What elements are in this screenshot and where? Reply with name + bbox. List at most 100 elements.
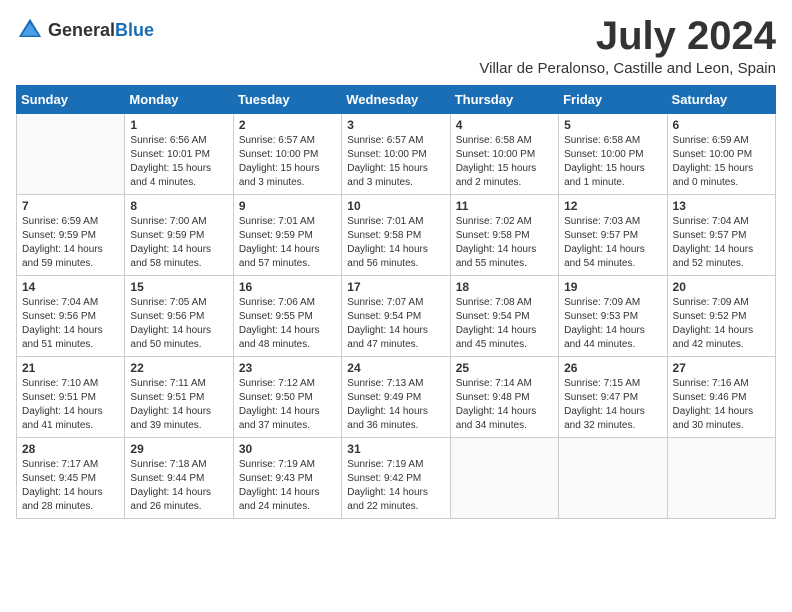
calendar-cell: 7Sunrise: 6:59 AM Sunset: 9:59 PM Daylig… <box>17 195 125 276</box>
page-header: GeneralBlue July 2024 Villar de Peralons… <box>16 16 776 77</box>
day-number: 7 <box>22 199 119 213</box>
day-info: Sunrise: 7:18 AM Sunset: 9:44 PM Dayligh… <box>130 458 227 514</box>
day-info: Sunrise: 7:16 AM Sunset: 9:46 PM Dayligh… <box>673 377 770 433</box>
day-number: 25 <box>456 361 553 375</box>
day-info: Sunrise: 7:02 AM Sunset: 9:58 PM Dayligh… <box>456 215 553 271</box>
day-number: 28 <box>22 442 119 456</box>
calendar-cell: 26 Sunrise: 7:15 AM Sunset: 9:47 PM Dayli… <box>559 357 667 438</box>
day-number: 23 <box>239 361 336 375</box>
day-number: 2 <box>239 118 336 132</box>
day-info: Sunrise: 7:11 AM Sunset: 9:51 PM Dayligh… <box>130 377 227 433</box>
day-number: 12 <box>564 199 661 213</box>
day-info: Sunrise: 6:57 AM Sunset: 10:00 PM Daylig… <box>347 134 444 190</box>
day-number: 27 <box>673 361 770 375</box>
day-number: 30 <box>239 442 336 456</box>
calendar-cell: 5Sunrise: 6:58 AM Sunset: 10:00 PM Dayli… <box>559 114 667 195</box>
day-info: Sunrise: 6:56 AM Sunset: 10:01 PM Daylig… <box>130 134 227 190</box>
day-number: 1 <box>130 118 227 132</box>
day-number: 11 <box>456 199 553 213</box>
calendar-cell: 30 Sunrise: 7:19 AM Sunset: 9:43 PM Dayli… <box>233 438 341 519</box>
calendar-cell: 13Sunrise: 7:04 AM Sunset: 9:57 PM Dayli… <box>667 195 775 276</box>
calendar-cell: 11 Sunrise: 7:02 AM Sunset: 9:58 PM Dayli… <box>450 195 558 276</box>
day-info: Sunrise: 7:09 AM Sunset: 9:52 PM Dayligh… <box>673 296 770 352</box>
day-info: Sunrise: 7:17 AM Sunset: 9:45 PM Dayligh… <box>22 458 119 514</box>
calendar-week-row: 7Sunrise: 6:59 AM Sunset: 9:59 PM Daylig… <box>17 195 776 276</box>
location-title: Villar de Peralonso, Castille and Leon, … <box>479 60 776 77</box>
day-info: Sunrise: 6:59 AM Sunset: 10:00 PM Daylig… <box>673 134 770 190</box>
day-number: 19 <box>564 280 661 294</box>
calendar-cell: 15 Sunrise: 7:05 AM Sunset: 9:56 PM Dayli… <box>125 276 233 357</box>
day-info: Sunrise: 7:03 AM Sunset: 9:57 PM Dayligh… <box>564 215 661 271</box>
day-info: Sunrise: 7:08 AM Sunset: 9:54 PM Dayligh… <box>456 296 553 352</box>
calendar-cell: 9 Sunrise: 7:01 AM Sunset: 9:59 PM Daylig… <box>233 195 341 276</box>
day-info: Sunrise: 6:58 AM Sunset: 10:00 PM Daylig… <box>456 134 553 190</box>
day-number: 15 <box>130 280 227 294</box>
weekday-header-tuesday: Tuesday <box>233 86 341 114</box>
day-info: Sunrise: 7:04 AM Sunset: 9:56 PM Dayligh… <box>22 296 119 352</box>
calendar-cell: 23Sunrise: 7:12 AM Sunset: 9:50 PM Dayli… <box>233 357 341 438</box>
day-number: 16 <box>239 280 336 294</box>
logo-text-general: General <box>48 20 115 40</box>
day-number: 6 <box>673 118 770 132</box>
day-info: Sunrise: 7:19 AM Sunset: 9:42 PM Dayligh… <box>347 458 444 514</box>
day-number: 13 <box>673 199 770 213</box>
day-number: 24 <box>347 361 444 375</box>
calendar-table: SundayMondayTuesdayWednesdayThursdayFrid… <box>16 85 776 519</box>
calendar-cell: 20Sunrise: 7:09 AM Sunset: 9:52 PM Dayli… <box>667 276 775 357</box>
calendar-cell: 24 Sunrise: 7:13 AM Sunset: 9:49 PM Dayli… <box>342 357 450 438</box>
calendar-week-row: 1 Sunrise: 6:56 AM Sunset: 10:01 PM Dayli… <box>17 114 776 195</box>
calendar-cell: 21Sunrise: 7:10 AM Sunset: 9:51 PM Dayli… <box>17 357 125 438</box>
logo: GeneralBlue <box>16 16 154 44</box>
day-info: Sunrise: 7:10 AM Sunset: 9:51 PM Dayligh… <box>22 377 119 433</box>
day-info: Sunrise: 7:15 AM Sunset: 9:47 PM Dayligh… <box>564 377 661 433</box>
day-info: Sunrise: 7:01 AM Sunset: 9:59 PM Dayligh… <box>239 215 336 271</box>
calendar-cell: 2Sunrise: 6:57 AM Sunset: 10:00 PM Dayli… <box>233 114 341 195</box>
day-info: Sunrise: 7:09 AM Sunset: 9:53 PM Dayligh… <box>564 296 661 352</box>
calendar-cell: 4 Sunrise: 6:58 AM Sunset: 10:00 PM Dayli… <box>450 114 558 195</box>
day-info: Sunrise: 6:58 AM Sunset: 10:00 PM Daylig… <box>564 134 661 190</box>
calendar-cell: 16Sunrise: 7:06 AM Sunset: 9:55 PM Dayli… <box>233 276 341 357</box>
day-info: Sunrise: 7:14 AM Sunset: 9:48 PM Dayligh… <box>456 377 553 433</box>
day-number: 8 <box>130 199 227 213</box>
calendar-cell: 3 Sunrise: 6:57 AM Sunset: 10:00 PM Dayli… <box>342 114 450 195</box>
calendar-cell: 28 Sunrise: 7:17 AM Sunset: 9:45 PM Dayli… <box>17 438 125 519</box>
calendar-cell: 31Sunrise: 7:19 AM Sunset: 9:42 PM Dayli… <box>342 438 450 519</box>
day-number: 3 <box>347 118 444 132</box>
calendar-cell: 6 Sunrise: 6:59 AM Sunset: 10:00 PM Dayli… <box>667 114 775 195</box>
calendar-cell: 8 Sunrise: 7:00 AM Sunset: 9:59 PM Daylig… <box>125 195 233 276</box>
logo-text-blue: Blue <box>115 20 154 40</box>
day-info: Sunrise: 7:19 AM Sunset: 9:43 PM Dayligh… <box>239 458 336 514</box>
calendar-cell: 10Sunrise: 7:01 AM Sunset: 9:58 PM Dayli… <box>342 195 450 276</box>
calendar-cell: 17 Sunrise: 7:07 AM Sunset: 9:54 PM Dayli… <box>342 276 450 357</box>
day-number: 4 <box>456 118 553 132</box>
day-number: 9 <box>239 199 336 213</box>
calendar-cell: 18Sunrise: 7:08 AM Sunset: 9:54 PM Dayli… <box>450 276 558 357</box>
calendar-cell: 14 Sunrise: 7:04 AM Sunset: 9:56 PM Dayli… <box>17 276 125 357</box>
title-block: July 2024 Villar de Peralonso, Castille … <box>479 16 776 77</box>
day-number: 22 <box>130 361 227 375</box>
logo-icon <box>16 16 44 44</box>
calendar-cell <box>667 438 775 519</box>
calendar-cell: 19 Sunrise: 7:09 AM Sunset: 9:53 PM Dayli… <box>559 276 667 357</box>
calendar-cell: 1 Sunrise: 6:56 AM Sunset: 10:01 PM Dayli… <box>125 114 233 195</box>
month-title: July 2024 <box>479 16 776 56</box>
day-number: 17 <box>347 280 444 294</box>
calendar-week-row: 28 Sunrise: 7:17 AM Sunset: 9:45 PM Dayli… <box>17 438 776 519</box>
day-number: 26 <box>564 361 661 375</box>
calendar-week-row: 21Sunrise: 7:10 AM Sunset: 9:51 PM Dayli… <box>17 357 776 438</box>
calendar-cell: 22 Sunrise: 7:11 AM Sunset: 9:51 PM Dayli… <box>125 357 233 438</box>
weekday-header-saturday: Saturday <box>667 86 775 114</box>
calendar-cell: 12 Sunrise: 7:03 AM Sunset: 9:57 PM Dayli… <box>559 195 667 276</box>
calendar-cell: 29 Sunrise: 7:18 AM Sunset: 9:44 PM Dayli… <box>125 438 233 519</box>
day-number: 29 <box>130 442 227 456</box>
day-info: Sunrise: 7:00 AM Sunset: 9:59 PM Dayligh… <box>130 215 227 271</box>
weekday-header-wednesday: Wednesday <box>342 86 450 114</box>
calendar-cell <box>17 114 125 195</box>
weekday-header-sunday: Sunday <box>17 86 125 114</box>
day-info: Sunrise: 7:05 AM Sunset: 9:56 PM Dayligh… <box>130 296 227 352</box>
day-info: Sunrise: 7:13 AM Sunset: 9:49 PM Dayligh… <box>347 377 444 433</box>
day-info: Sunrise: 7:07 AM Sunset: 9:54 PM Dayligh… <box>347 296 444 352</box>
weekday-header-friday: Friday <box>559 86 667 114</box>
day-number: 14 <box>22 280 119 294</box>
weekday-header-thursday: Thursday <box>450 86 558 114</box>
